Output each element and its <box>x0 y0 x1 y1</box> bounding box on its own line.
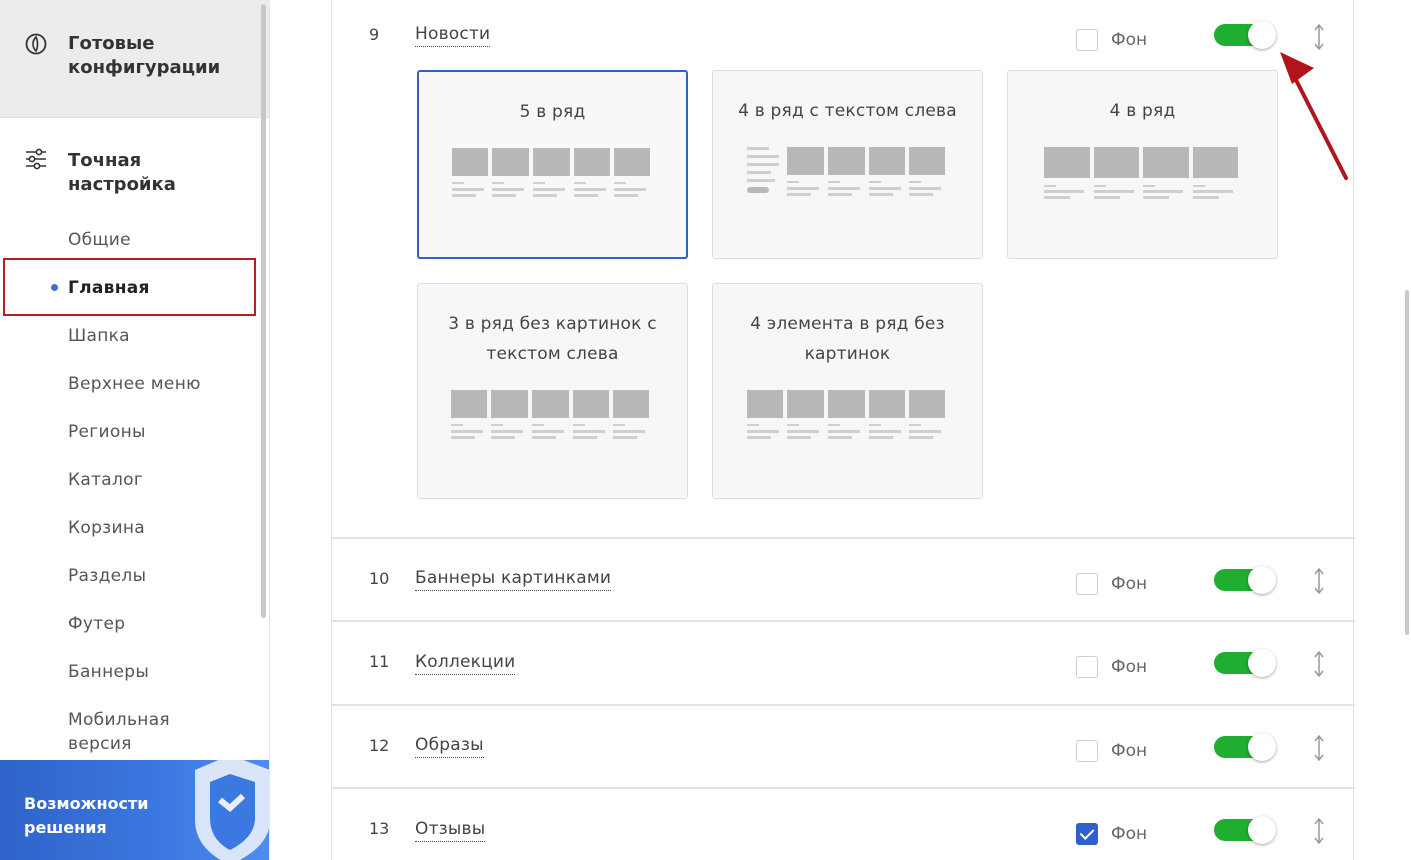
solution-features-banner[interactable]: Возможности решения <box>0 760 269 860</box>
sidebar-item-regions[interactable]: Регионы <box>68 420 146 444</box>
annotation-arrow-icon <box>1280 52 1348 180</box>
drag-handle-icon[interactable] <box>1313 735 1325 761</box>
shield-logo-icon <box>195 760 269 860</box>
block-number: 9 <box>369 25 380 44</box>
block-enable-toggle[interactable] <box>1214 649 1276 677</box>
sidebar-item-mobile[interactable]: Мобильная версия <box>68 708 208 756</box>
background-label: Фон <box>1111 657 1148 677</box>
layout-preview-icon <box>452 148 650 197</box>
sidebar-item-catalog[interactable]: Каталог <box>68 468 143 492</box>
block-title-news[interactable]: Новости <box>415 24 491 47</box>
background-option[interactable]: Фон <box>1076 29 1147 51</box>
layout-option-5-row[interactable]: 5 в ряд <box>417 70 688 259</box>
sidebar-item-main[interactable]: Главная <box>68 276 150 300</box>
divider <box>332 537 1355 539</box>
fine-tuning-title: Точная настройка <box>68 150 176 195</box>
layout-label: 5 в ряд <box>519 102 586 122</box>
configs-icon <box>25 33 47 59</box>
layout-option-4-elements-no-images[interactable]: 4 элемента в ряд без картинок <box>712 283 983 499</box>
ready-configs-title: Готовые конфигурации <box>68 33 221 78</box>
background-checkbox[interactable] <box>1076 823 1098 845</box>
block-number: 10 <box>369 569 390 588</box>
background-checkbox[interactable] <box>1076 740 1098 762</box>
block-enable-toggle[interactable] <box>1214 566 1276 594</box>
sidebar-item-header[interactable]: Шапка <box>68 324 130 348</box>
block-number: 12 <box>369 736 390 755</box>
background-label: Фон <box>1111 30 1148 50</box>
background-option[interactable]: Фон <box>1076 656 1147 678</box>
sidebar: Готовые конфигурации Точная настройка Об… <box>0 0 270 860</box>
main-panel: 9 Новости Фон 5 в ряд 4 в ряд с текстом … <box>331 0 1355 860</box>
block-enable-toggle[interactable] <box>1214 733 1276 761</box>
sidebar-item-cart[interactable]: Корзина <box>68 516 145 540</box>
divider <box>332 620 1355 622</box>
drag-handle-icon[interactable] <box>1313 24 1325 50</box>
drag-handle-icon[interactable] <box>1313 651 1325 677</box>
background-option[interactable]: Фон <box>1076 740 1147 762</box>
ready-configs-section[interactable]: Готовые конфигурации <box>0 0 269 118</box>
layout-option-4-row-text-left[interactable]: 4 в ряд с текстом слева <box>712 70 983 259</box>
background-option[interactable]: Фон <box>1076 573 1147 595</box>
block-number: 11 <box>369 652 390 671</box>
sidebar-item-top-menu[interactable]: Верхнее меню <box>68 372 201 396</box>
layout-label: 4 в ряд <box>1109 101 1176 121</box>
drag-handle-icon[interactable] <box>1313 568 1325 594</box>
background-checkbox[interactable] <box>1076 656 1098 678</box>
block-title-collections[interactable]: Коллекции <box>415 652 516 675</box>
background-checkbox[interactable] <box>1076 573 1098 595</box>
background-option[interactable]: Фон <box>1076 823 1147 845</box>
layout-label: 3 в ряд без картинок с текстом слева <box>448 314 657 364</box>
block-number: 13 <box>369 819 390 838</box>
layout-label: 4 элемента в ряд без картинок <box>750 314 945 364</box>
background-checkbox[interactable] <box>1076 29 1098 51</box>
sidebar-scrollbar[interactable] <box>261 4 266 618</box>
sidebar-item-footer[interactable]: Футер <box>68 612 125 636</box>
layout-label: 4 в ряд с текстом слева <box>738 101 957 121</box>
sliders-icon <box>25 148 47 174</box>
sidebar-item-banners[interactable]: Баннеры <box>68 660 149 684</box>
layout-preview-icon <box>451 390 649 439</box>
sidebar-item-general[interactable]: Общие <box>68 228 131 252</box>
divider <box>332 704 1355 706</box>
block-enable-toggle[interactable] <box>1214 816 1276 844</box>
layout-option-3-row-no-images[interactable]: 3 в ряд без картинок с текстом слева <box>417 283 688 499</box>
layout-preview-icon <box>747 390 945 439</box>
divider <box>332 787 1355 789</box>
main-scrollbar[interactable] <box>1405 290 1409 635</box>
layout-preview-icon <box>747 147 945 196</box>
block-title-image-banners[interactable]: Баннеры картинками <box>415 568 612 591</box>
layout-preview-icon <box>1044 147 1238 199</box>
banner-text: Возможности решения <box>24 794 149 837</box>
background-label: Фон <box>1111 741 1148 761</box>
layout-option-4-row[interactable]: 4 в ряд <box>1007 70 1278 259</box>
block-title-reviews[interactable]: Отзывы <box>415 819 486 842</box>
block-title-looks[interactable]: Образы <box>415 735 484 758</box>
background-label: Фон <box>1111 574 1148 594</box>
block-enable-toggle[interactable] <box>1214 21 1276 49</box>
background-label: Фон <box>1111 824 1148 844</box>
sidebar-item-sections[interactable]: Разделы <box>68 564 146 588</box>
drag-handle-icon[interactable] <box>1313 818 1325 844</box>
active-dot <box>51 284 58 291</box>
